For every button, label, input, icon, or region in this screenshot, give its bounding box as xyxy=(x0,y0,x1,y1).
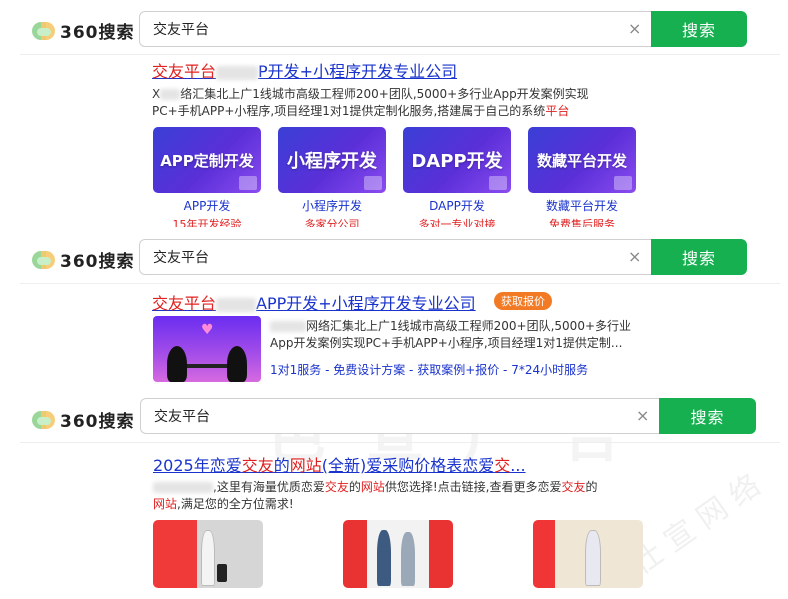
logo[interactable]: 360搜索 xyxy=(32,407,135,432)
ad-description: ,这里有海量优质恋爱交友的网站供您选择!点击链接,查看更多恋爱交友的 网站,满足… xyxy=(153,480,598,511)
logo-icon xyxy=(32,410,58,429)
clear-icon[interactable]: × xyxy=(636,406,649,425)
search-query: 交友平台 xyxy=(154,409,210,425)
logo-text: 360搜索 xyxy=(60,412,135,432)
ad-title-link[interactable]: 交友平台 APP开发+小程序开发专业公司 xyxy=(152,290,476,314)
header-divider xyxy=(20,283,780,284)
product-photo[interactable] xyxy=(343,520,453,588)
search-section-2: 360搜索 交友平台 × 搜索 交友平台 APP开发+小程序开发专业公司 获取报价… xyxy=(0,232,788,392)
ad-description: 网络汇集北上广1线城市高级工程师200+团队,5000+多行业 App开发案例实… xyxy=(270,319,632,350)
person-figure xyxy=(585,530,601,586)
table-shape xyxy=(187,364,227,368)
title-part: (全新)爱采购价格表恋爱 xyxy=(321,456,495,475)
blurred-text xyxy=(153,482,213,493)
clear-icon[interactable]: × xyxy=(628,19,641,38)
tile-label[interactable]: 数藏平台开发 xyxy=(528,197,636,214)
person-figure xyxy=(377,530,391,586)
logo-icon xyxy=(32,250,58,269)
person-figure xyxy=(401,532,415,586)
tile-label[interactable]: DAPP开发 xyxy=(403,197,511,214)
tile-nft-platform[interactable]: 数藏平台开发 xyxy=(528,127,636,193)
search-section-3: 360搜索 交友平台 × 搜索 2025年恋爱交友的网站(全新)爱采购价格表恋爱… xyxy=(0,392,788,599)
header-divider xyxy=(20,54,780,55)
silhouette-right xyxy=(227,346,247,382)
logo[interactable]: 360搜索 xyxy=(32,18,135,43)
blurred-text xyxy=(216,297,257,312)
ad-sitelinks[interactable]: 1对1服务 - 免费设计方案 - 获取案例+报价 - 7*24小时服务 xyxy=(270,361,588,378)
tile-label[interactable]: APP开发 xyxy=(153,197,261,214)
get-quote-badge[interactable]: 获取报价 xyxy=(494,292,552,310)
ad-thumbnail[interactable]: ♥ xyxy=(153,316,261,382)
search-section-1: 360搜索 交友平台 × 搜索 交友平台 P开发+小程序开发专业公司 X 络汇集北上… xyxy=(0,0,788,232)
product-photo[interactable] xyxy=(153,520,263,588)
tile-app-dev[interactable]: APP定制开发 xyxy=(153,127,261,193)
ad-title-link[interactable]: 2025年恋爱交友的网站(全新)爱采购价格表恋爱交... xyxy=(153,452,526,476)
tile-decoration-icon xyxy=(364,176,382,190)
ad-title-link[interactable]: 交友平台 P开发+小程序开发专业公司 xyxy=(152,58,457,82)
search-input[interactable]: 交友平台 xyxy=(139,239,652,275)
tile-label[interactable]: 小程序开发 xyxy=(278,197,386,214)
tile-decoration-icon xyxy=(489,176,507,190)
title-part: 交友 xyxy=(241,456,274,475)
tile-decoration-icon xyxy=(239,176,257,190)
person-figure xyxy=(201,530,215,586)
search-button[interactable]: 搜索 xyxy=(651,239,747,275)
logo[interactable]: 360搜索 xyxy=(32,247,135,272)
blurred-text xyxy=(216,65,259,80)
header-divider xyxy=(20,442,780,443)
title-part: ... xyxy=(510,456,526,475)
tile-sublabel: 多对一专业对接 xyxy=(418,218,496,227)
title-part: 的 xyxy=(273,456,290,475)
search-input[interactable]: 交友平台 xyxy=(139,11,652,47)
logo-text: 360搜索 xyxy=(60,23,135,43)
tile-dapp[interactable]: DAPP开发 xyxy=(403,127,511,193)
logo-text: 360搜索 xyxy=(60,252,135,272)
tile-sublabel: 免费售后服务 xyxy=(549,218,615,227)
tile-mini-program[interactable]: 小程序开发 xyxy=(278,127,386,193)
title-part: 交 xyxy=(494,456,511,475)
product-photo[interactable] xyxy=(533,520,643,588)
search-input[interactable]: 交友平台 xyxy=(140,398,660,434)
clear-icon[interactable]: × xyxy=(628,247,641,266)
search-query: 交友平台 xyxy=(153,22,209,38)
blurred-text xyxy=(270,321,306,332)
logo-icon xyxy=(32,21,58,40)
search-query: 交友平台 xyxy=(153,250,209,266)
blurred-text xyxy=(160,89,181,100)
silhouette-left xyxy=(167,346,187,382)
title-part: 2025年恋爱 xyxy=(153,456,242,475)
luggage-shape xyxy=(217,564,227,582)
search-button[interactable]: 搜索 xyxy=(659,398,756,434)
tile-sublabel: 15年开发经验 xyxy=(172,218,242,227)
heart-icon: ♥ xyxy=(201,322,214,338)
search-button[interactable]: 搜索 xyxy=(651,11,747,47)
tile-decoration-icon xyxy=(614,176,632,190)
tile-sublabel: 多家分公司 xyxy=(304,218,360,227)
title-part: 网站 xyxy=(289,456,322,475)
ad-description: X 络汇集北上广1线城市高级工程师200+团队,5000+多行业App开发案例实现… xyxy=(152,87,589,118)
